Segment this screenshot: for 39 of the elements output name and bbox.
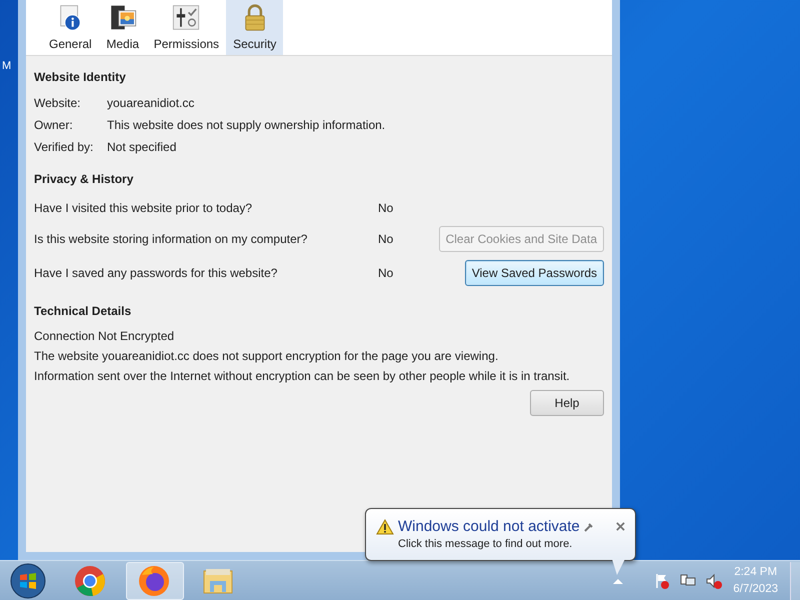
question-text: Have I saved any passwords for this website? (34, 265, 278, 282)
field-value: Not specified (107, 139, 176, 156)
field-value: youareanidiot.cc (107, 95, 194, 112)
button[interactable]: View Saved Passwords (464, 260, 604, 286)
answer-text: No (378, 265, 394, 282)
start-button[interactable] (10, 562, 46, 598)
info-text: Connection Not Encrypted (34, 328, 174, 345)
notification-title: Windows could not activate (398, 517, 580, 536)
field-label: Website: (34, 95, 82, 112)
tab[interactable]: General (42, 0, 99, 55)
desktop-icon-label: M (2, 59, 12, 74)
firefox-icon (138, 564, 172, 596)
clock-time: 2:24 PM (733, 564, 778, 580)
speaker-icon[interactable] (705, 572, 724, 590)
notification-balloon[interactable]: Windows could not activate Click this message to find out more. (365, 508, 636, 561)
tab[interactable]: Security (226, 0, 284, 55)
close-icon[interactable] (616, 522, 625, 531)
notification-message: Click this message to find out more. (398, 537, 574, 552)
clock-date: 6/7/2023 (733, 582, 778, 596)
wrench-icon[interactable] (584, 522, 594, 532)
tab[interactable]: Permissions (146, 0, 226, 55)
field-value: This website does not supply ownership information. (107, 117, 386, 134)
section-heading: Privacy & History (34, 171, 134, 188)
question-text: Is this website storing information on my computer? (34, 231, 308, 248)
answer-text: No (378, 231, 394, 248)
info-text: Information sent over the Internet without encryption can be seen by other people while it is in transit. (34, 368, 570, 385)
balloon-tail (612, 559, 625, 575)
button[interactable]: Help (530, 390, 604, 416)
warning-icon (376, 518, 394, 534)
field-label: Verified by: (34, 139, 94, 156)
answer-text: No (378, 200, 394, 217)
section-heading: Technical Details (34, 303, 132, 320)
tab[interactable]: Media (98, 0, 147, 55)
field-label: Owner: (34, 117, 74, 134)
question-text: Have I visited this website prior to today? (34, 200, 254, 217)
chrome-icon (74, 564, 108, 596)
info-text: The website youareanidiot.cc does not support encryption for the page you are viewing. (34, 348, 498, 365)
taskbar-button[interactable] (126, 562, 184, 600)
section-heading: Website Identity (34, 69, 127, 86)
